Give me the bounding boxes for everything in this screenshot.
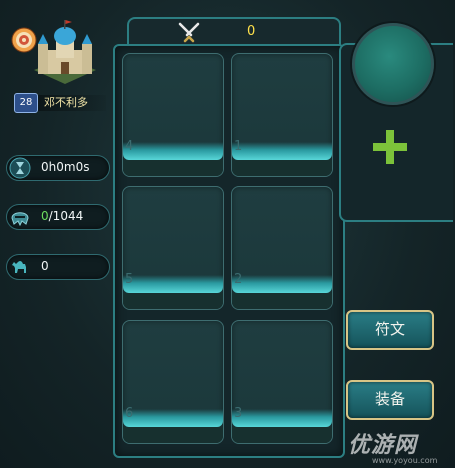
army-slot-4[interactable]: 4 xyxy=(122,53,224,177)
timer-stat: 0h0m0s xyxy=(6,155,110,181)
slot-base xyxy=(123,160,223,176)
army-stat: 0/1044 xyxy=(6,204,110,230)
helmet-icon xyxy=(11,212,29,227)
slot-index: 4 xyxy=(125,139,134,154)
army-value: 0/1044 xyxy=(41,209,83,223)
slot-glow xyxy=(232,142,332,160)
watermark-url: www.yoyou.com xyxy=(372,456,438,465)
slot-index: 5 xyxy=(125,272,134,287)
battle-score-bar: 0 xyxy=(127,17,341,46)
crossed-swords-icon xyxy=(178,22,200,43)
equipment-button[interactable]: 装备 xyxy=(346,380,434,420)
add-hero-icon[interactable] xyxy=(370,127,410,167)
army-max: /1044 xyxy=(48,209,84,223)
slot-glow xyxy=(123,409,223,427)
slot-base xyxy=(232,160,332,176)
slot-glow xyxy=(232,409,332,427)
slot-glow xyxy=(232,275,332,293)
army-slot-5[interactable]: 5 xyxy=(122,186,224,310)
slot-index: 3 xyxy=(234,406,243,421)
player-name: 邓不利多 xyxy=(38,95,106,111)
slot-glow xyxy=(123,275,223,293)
slot-base xyxy=(232,293,332,309)
runes-button[interactable]: 符文 xyxy=(346,310,434,350)
army-slot-6[interactable]: 6 xyxy=(122,320,224,444)
slot-base xyxy=(232,427,332,443)
army-slot-3[interactable]: 3 xyxy=(231,320,333,444)
timer-value: 0h0m0s xyxy=(41,160,90,174)
army-current: 0 xyxy=(41,209,49,223)
hero-portrait-orb[interactable] xyxy=(352,23,434,105)
battle-score: 0 xyxy=(247,24,256,39)
slot-glow xyxy=(123,142,223,160)
camel-icon xyxy=(12,260,26,273)
hourglass-icon xyxy=(9,157,31,179)
slot-index: 6 xyxy=(125,406,134,421)
slot-base xyxy=(123,427,223,443)
player-level-badge: 28 xyxy=(14,93,38,113)
castle-icon[interactable] xyxy=(28,18,102,90)
camel-value: 0 xyxy=(41,259,49,273)
slot-index: 1 xyxy=(234,139,243,154)
army-slot-2[interactable]: 2 xyxy=(231,186,333,310)
army-slot-1[interactable]: 1 xyxy=(231,53,333,177)
slot-index: 2 xyxy=(234,272,243,287)
camel-stat: 0 xyxy=(6,254,110,280)
slot-base xyxy=(123,293,223,309)
watermark-brand: 优游网 xyxy=(348,433,418,458)
